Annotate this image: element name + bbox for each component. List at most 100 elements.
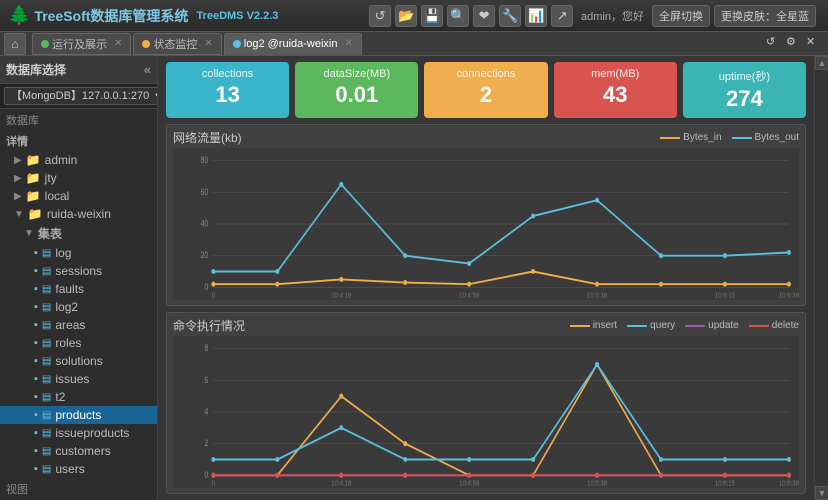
tree-item-users[interactable]: ▪ ▤ users xyxy=(0,460,157,478)
tree-item-solutions[interactable]: ▪ ▤ solutions xyxy=(0,352,157,370)
svg-text:60: 60 xyxy=(200,187,208,197)
stat-value-0: 13 xyxy=(174,82,281,108)
sidebar-tree: ▶ 📁 admin▶ 📁 jty▶ 📁 local▼ 📁 ruida-weixi… xyxy=(0,151,157,500)
sidebar: 数据库选择 « 【MongoDB】127.0.0.1:270 数据库 详情 ▶ … xyxy=(0,56,158,500)
svg-text:4: 4 xyxy=(204,407,208,417)
svg-text:0: 0 xyxy=(204,282,208,292)
tab-close-0[interactable]: ✕ xyxy=(114,38,122,49)
tree-item-areas[interactable]: ▪ ▤ areas xyxy=(0,316,157,334)
stat-label-0: collections xyxy=(174,68,281,80)
toolbar: ⌂ 运行及展示✕状态监控✕log2 @ruida-weixin✕ ↺ ⚙ ✕ xyxy=(0,32,828,56)
tab-close-1[interactable]: ✕ xyxy=(204,38,212,49)
app-title: TreeSoft数据库管理系统 xyxy=(34,6,188,26)
tree-item-ruida-weixin[interactable]: ▼ 📁 ruida-weixin xyxy=(0,205,157,223)
legend-item-delete: delete xyxy=(749,320,799,331)
svg-text:10:6:15: 10:6:15 xyxy=(715,480,735,488)
db-section-label: 数据库 xyxy=(0,109,157,131)
legend-item-query: query xyxy=(627,320,675,331)
toolbar-icon-5[interactable]: ❤ xyxy=(473,5,495,27)
chart-svg-0: 806040200010:4:1810:4:5810:5:3810:6:1510… xyxy=(173,148,799,300)
svg-text:10:4:18: 10:4:18 xyxy=(331,292,351,300)
db-selector: 【MongoDB】127.0.0.1:270 xyxy=(0,84,157,109)
stat-value-1: 0.01 xyxy=(303,82,410,108)
tree-item-jty[interactable]: ▶ 📁 jty xyxy=(0,169,157,187)
tab-close-2[interactable]: ✕ xyxy=(345,38,353,49)
svg-text:8: 8 xyxy=(204,343,208,353)
db-dropdown[interactable]: 【MongoDB】127.0.0.1:270 xyxy=(4,87,158,105)
tree-item-t2[interactable]: ▪ ▤ t2 xyxy=(0,388,157,406)
svg-text:10:6:38: 10:6:38 xyxy=(779,480,799,488)
tree-item-local[interactable]: ▶ 📁 local xyxy=(0,187,157,205)
skin-button[interactable]: 更换皮肤：全星蓝 xyxy=(714,5,816,27)
tree-item-customers[interactable]: ▪ ▤ customers xyxy=(0,442,157,460)
scroll-down-button[interactable]: ▼ xyxy=(815,486,828,500)
tab-1[interactable]: 状态监控✕ xyxy=(133,33,221,55)
chart-1: 命令执行情况 insert query update delete 8 6 4 2 00 1… xyxy=(166,312,806,494)
stat-card-collections: collections 13 xyxy=(166,62,289,118)
svg-text:10:6:15: 10:6:15 xyxy=(715,292,735,300)
titlebar: 🌲 TreeSoft数据库管理系统 TreeDMS V2.2.3 ↺ 📂 💾 🔍… xyxy=(0,0,828,32)
stat-label-4: uptime(秒) xyxy=(691,68,798,84)
sidebar-title: 数据库选择 xyxy=(6,61,66,78)
legend-item-insert: insert xyxy=(570,320,617,331)
svg-text:0: 0 xyxy=(204,470,208,480)
tab-refresh-button[interactable]: ↺ xyxy=(766,35,784,53)
tree-item-log[interactable]: ▪ ▤ log xyxy=(0,244,157,262)
toolbar-icon-8[interactable]: ↗ xyxy=(551,5,573,27)
toolbar-icon-3[interactable]: 💾 xyxy=(421,5,443,27)
svg-text:10:4:18: 10:4:18 xyxy=(331,480,351,488)
scroll-up-button[interactable]: ▲ xyxy=(815,56,828,70)
toolbar-icon-4[interactable]: 🔍 xyxy=(447,5,469,27)
stat-card-connections: connections2 xyxy=(424,62,547,118)
tab-0[interactable]: 运行及展示 ✕ xyxy=(32,33,131,55)
svg-text:6: 6 xyxy=(204,375,208,385)
tab-settings-button[interactable]: ⚙ xyxy=(786,35,804,53)
tree-item-products[interactable]: ▪ ▤ products xyxy=(0,406,157,424)
tab-label-0: 运行及展示 xyxy=(52,36,107,52)
tree-item-sessions[interactable]: ▪ ▤ sessions xyxy=(0,262,157,280)
tree-item-faults[interactable]: ▪ ▤ faults xyxy=(0,280,157,298)
home-button[interactable]: ⌂ xyxy=(4,33,26,55)
svg-text:10:6:38: 10:6:38 xyxy=(779,292,799,300)
charts-container: 网络流量(kb) Bytes_in Bytes_out806040200010:… xyxy=(158,124,814,500)
tree-item-issues[interactable]: ▪ ▤ issues xyxy=(0,370,157,388)
sidebar-header: 数据库选择 « xyxy=(0,56,157,84)
svg-text:2: 2 xyxy=(204,438,208,448)
chart-title-0: 网络流量(kb) xyxy=(173,129,242,146)
toolbar-icon-1[interactable]: ↺ xyxy=(369,5,391,27)
app-version: TreeDMS V2.2.3 xyxy=(196,10,278,22)
svg-text:10:4:58: 10:4:58 xyxy=(459,292,479,300)
chart-title-1: 命令执行情况 xyxy=(173,317,245,334)
tree-item-集表[interactable]: ▼ 集表 xyxy=(0,223,157,244)
content-area: collections 13 dataSize(MB)0.01connections… xyxy=(158,56,814,500)
toolbar-icon-2[interactable]: 📂 xyxy=(395,5,417,27)
stat-value-4: 274 xyxy=(691,86,798,112)
legend-item-Bytes_out: Bytes_out xyxy=(732,132,799,143)
toolbar-icon-7[interactable]: 📊 xyxy=(525,5,547,27)
sidebar-view-label: 视图 xyxy=(0,478,157,500)
toolbar-icon-6[interactable]: 🔧 xyxy=(499,5,521,27)
app-logo: 🌲 TreeSoft数据库管理系统 TreeDMS V2.2.3 xyxy=(8,5,278,26)
svg-text:0: 0 xyxy=(212,480,216,488)
svg-text:10:5:38: 10:5:38 xyxy=(587,292,607,300)
detail-label: 详情 xyxy=(0,131,157,151)
fullscreen-button[interactable]: 全屏切换 xyxy=(652,5,710,27)
tree-icon: 🌲 xyxy=(8,5,30,26)
tree-item-admin[interactable]: ▶ 📁 admin xyxy=(0,151,157,169)
stats-row: collections 13 dataSize(MB)0.01connections… xyxy=(158,56,814,124)
tab-dot-1 xyxy=(142,40,150,48)
stat-label-3: mem(MB) xyxy=(562,68,669,80)
legend-item-update: update xyxy=(685,320,739,331)
sidebar-collapse-button[interactable]: « xyxy=(144,62,151,77)
main-layout: 数据库选择 « 【MongoDB】127.0.0.1:270 数据库 详情 ▶ … xyxy=(0,56,828,500)
tab-2[interactable]: log2 @ruida-weixin✕ xyxy=(224,33,362,55)
svg-text:10:5:38: 10:5:38 xyxy=(587,480,607,488)
tree-item-log2[interactable]: ▪ ▤ log2 xyxy=(0,298,157,316)
user-label: admin，您好 xyxy=(581,8,644,24)
stat-card-dataSize(MB): dataSize(MB)0.01 xyxy=(295,62,418,118)
tree-item-issueproducts[interactable]: ▪ ▤ issueproducts xyxy=(0,424,157,442)
right-scrollbar: ▲ ▼ xyxy=(814,56,828,500)
stat-value-2: 2 xyxy=(432,82,539,108)
tree-item-roles[interactable]: ▪ ▤ roles xyxy=(0,334,157,352)
tab-close-button[interactable]: ✕ xyxy=(806,35,824,53)
